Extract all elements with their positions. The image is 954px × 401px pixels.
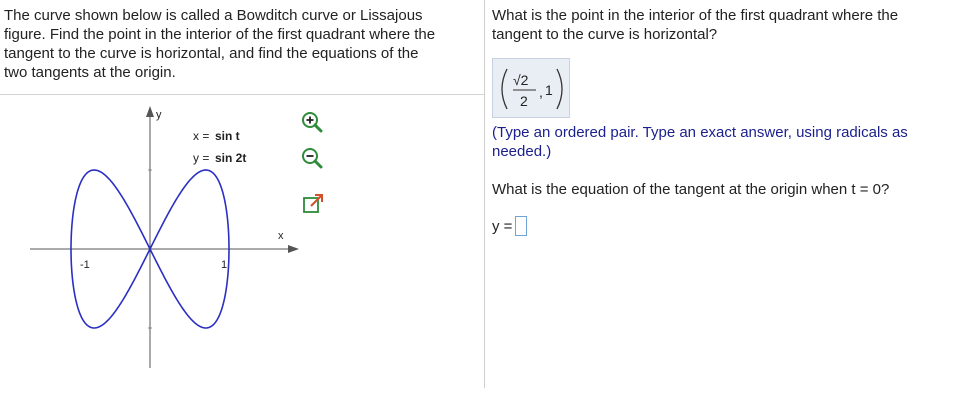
- tick-label-one: 1: [221, 259, 227, 271]
- answer-second-value: 1: [545, 82, 553, 98]
- equation-y-rhs: sin 2t: [215, 151, 246, 165]
- left-paren-icon: [501, 68, 508, 110]
- problem-line: two tangents at the origin.: [4, 64, 176, 81]
- zoom-out-button[interactable]: [300, 146, 324, 170]
- equation-x-lhs: x =: [193, 129, 209, 143]
- question-line: What is the point in the interior of the…: [492, 7, 899, 24]
- popout-button[interactable]: [301, 192, 325, 216]
- problem-line: tangent to the curve is horizontal, and …: [4, 45, 419, 62]
- answer-numerator: √2: [513, 72, 529, 88]
- zoom-in-button[interactable]: [300, 110, 324, 134]
- question-line: tangent to the curve is horizontal?: [492, 26, 718, 43]
- question-panel: The curve shown below is called a Bowdit…: [0, 0, 484, 401]
- hint-line: needed.): [492, 143, 552, 160]
- zoom-in-icon: [302, 112, 323, 133]
- equation-x-rhs: sin t: [215, 129, 240, 143]
- lissajous-graph: y x -1 1 x = sin t y = sin 2t: [30, 106, 299, 368]
- right-paren-icon: [556, 68, 563, 110]
- tangent-answer-row: y =: [492, 216, 528, 236]
- hint-line: (Type an ordered pair. Type an exact ans…: [492, 124, 908, 141]
- x-axis-label: x: [278, 230, 284, 242]
- problem-line: The curve shown below is called a Bowdit…: [4, 7, 423, 24]
- x-axis-arrow-icon: [288, 245, 299, 253]
- problem-statement: The curve shown below is called a Bowdit…: [4, 6, 480, 82]
- popout-icon: [303, 194, 323, 213]
- y-axis-label: y: [156, 109, 162, 121]
- tangent-label: y =: [492, 217, 513, 235]
- tick-label-neg-one: -1: [80, 259, 90, 271]
- pane-divider: [484, 0, 485, 388]
- zoom-out-icon: [302, 148, 323, 169]
- ordered-pair-answer[interactable]: √2 2 , 1: [492, 58, 570, 118]
- answer-denominator: 2: [520, 93, 528, 109]
- problem-line: figure. Find the point in the interior o…: [4, 26, 436, 43]
- divider: [0, 94, 484, 95]
- question-one: What is the point in the interior of the…: [492, 6, 948, 44]
- y-axis-arrow-icon: [146, 106, 154, 117]
- answer-separator: ,: [539, 84, 543, 100]
- ordered-pair-math: √2 2 , 1: [501, 68, 563, 110]
- tangent-input[interactable]: [515, 216, 528, 236]
- question-two: What is the equation of the tangent at t…: [492, 181, 890, 198]
- answer-hint: (Type an ordered pair. Type an exact ans…: [492, 123, 948, 161]
- equation-y-lhs: y =: [193, 151, 209, 165]
